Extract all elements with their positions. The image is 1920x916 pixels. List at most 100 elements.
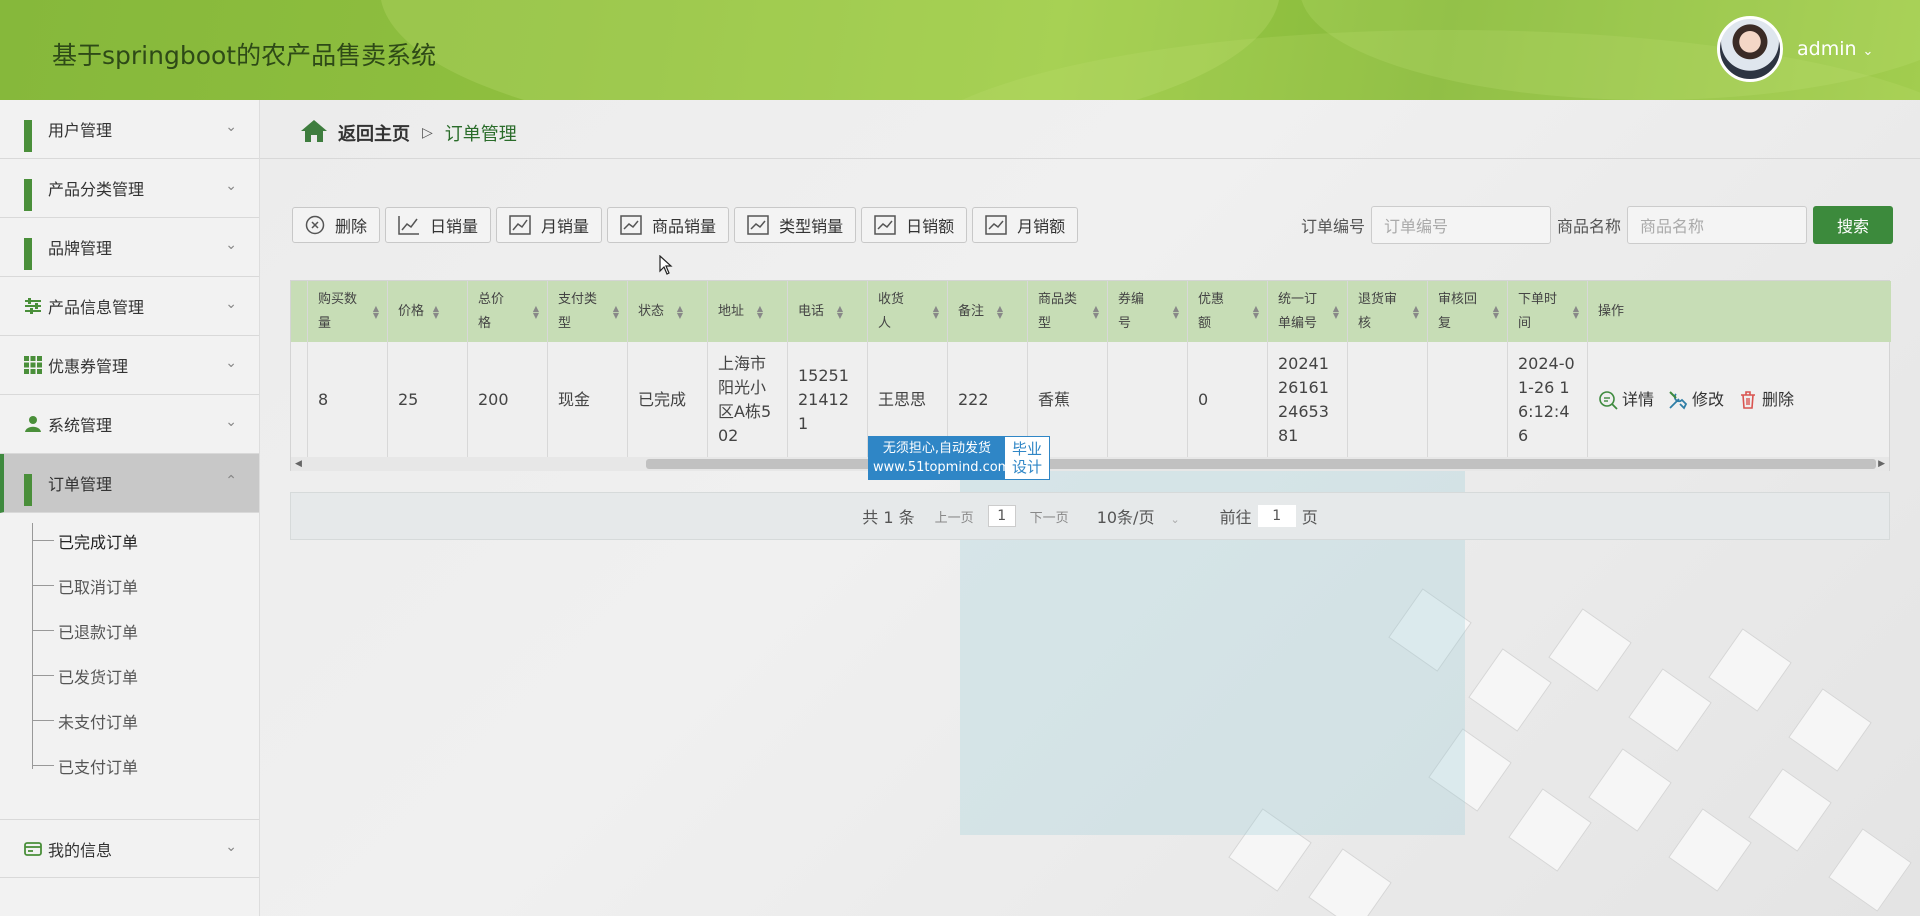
goto-label: 前往 (1219, 508, 1252, 527)
sidebar-item-brands[interactable]: 品牌管理 ⌄ (0, 218, 259, 277)
col-quantity[interactable]: 购买数量 ▲ ▼ (308, 281, 388, 342)
top-header: 基于springboot的农产品售卖系统 admin ⌄ (0, 0, 1920, 100)
delete-button[interactable]: 删除 (292, 207, 381, 243)
breadcrumb-home[interactable]: 返回主页 (338, 120, 410, 146)
search-button[interactable]: 搜索 (1813, 206, 1894, 244)
detail-label: 详情 (1622, 389, 1655, 409)
daily-sales-label: 日销量 (430, 217, 479, 236)
sort-icon: ▲ ▼ (756, 304, 763, 320)
col-phone[interactable]: 电话 ▲ ▼ (788, 281, 868, 342)
col-order-time[interactable]: 下单时间 ▲ ▼ (1508, 281, 1588, 342)
sort-icon: ▲ ▼ (1332, 304, 1339, 320)
user-avatar[interactable] (1717, 16, 1783, 82)
sort-icon: ▲ ▼ (1092, 304, 1099, 320)
watermark-badge: 无须担心,自动发货 www.51topmind.com 毕业设计 (868, 436, 1050, 480)
sidebar-item-label: 订单管理 (48, 475, 113, 494)
grid-icon (24, 179, 42, 211)
submenu-refunded-orders[interactable]: 已退款订单 (0, 608, 259, 653)
next-page-button[interactable]: 下一页 (1030, 507, 1069, 526)
chart-icon (620, 215, 642, 235)
grid9-icon (24, 356, 42, 374)
product-sales-chart-button[interactable]: 商品销量 (607, 207, 730, 243)
monthly-sales-chart-button[interactable]: 月销量 (496, 207, 603, 243)
chevron-down-icon: ⌄ (225, 414, 237, 430)
scrollbar-thumb[interactable] (646, 459, 1876, 469)
sort-icon: ▲ ▼ (676, 304, 683, 320)
col-return-review[interactable]: 退货审核 ▲ ▼ (1348, 281, 1428, 342)
col-review-reply[interactable]: 审核回复 ▲ ▼ (1428, 281, 1508, 342)
sort-icon: ▲ ▼ (836, 304, 843, 320)
submenu-paid-orders[interactable]: 已支付订单 (0, 743, 259, 788)
current-page[interactable]: 1 (987, 505, 1016, 527)
table-header: 购买数量 ▲ ▼ 价格 ▲ ▼ 总价格 ▲ ▼ 支付类型 ▲ ▼ 状态 ▲ ▼ 地址 ▲ ▼ 电话 ▲ ▼ … (291, 281, 1891, 342)
col-coupon-no[interactable]: 券编号 ▲ ▼ (1108, 281, 1188, 342)
sidebar-item-categories[interactable]: 产品分类管理 ⌄ (0, 159, 259, 218)
card-icon (24, 840, 42, 858)
goto-page-input[interactable]: 1 (1257, 505, 1296, 527)
horizontal-scrollbar[interactable]: ◀ ▶ (291, 457, 1889, 471)
sort-icon: ▲ ▼ (932, 304, 939, 320)
submenu-unpaid-orders[interactable]: 未支付订单 (0, 698, 259, 743)
submenu-cancelled-orders[interactable]: 已取消订单 (0, 563, 259, 608)
breadcrumb-separator-icon: ▷ (422, 125, 433, 141)
delete-row-button[interactable]: 删除 (1738, 388, 1794, 412)
delete-label: 删除 (1762, 389, 1795, 409)
cell-return-review (1348, 342, 1428, 457)
chevron-down-icon: ⌄ (1170, 513, 1180, 526)
sidebar-item-my-info[interactable]: 我的信息 ⌄ (0, 819, 259, 878)
daily-revenue-chart-button[interactable]: 日销额 (861, 207, 968, 243)
sidebar-item-users[interactable]: 用户管理 ⌄ (0, 100, 259, 159)
cell-status: 已完成 (628, 342, 708, 457)
chevron-down-icon: ⌄ (225, 296, 237, 312)
home-icon[interactable] (300, 119, 328, 148)
user-name: admin (1797, 38, 1857, 60)
sidebar-item-products[interactable]: 产品信息管理 ⌄ (0, 277, 259, 336)
sort-icon: ▲ ▼ (1492, 304, 1499, 320)
sidebar-item-orders[interactable]: 订单管理 ⌃ (0, 454, 259, 513)
order-submenu: 已完成订单 已取消订单 已退款订单 已发货订单 未支付订单 已支付订单 (0, 513, 259, 819)
prev-page-button[interactable]: 上一页 (935, 507, 974, 526)
sort-icon: ▲ ▼ (1252, 304, 1259, 320)
col-order-no[interactable]: 统一订单编号 ▲ ▼ (1268, 281, 1348, 342)
product-name-label: 商品名称 (1557, 217, 1622, 236)
monthly-sales-label: 月销量 (541, 217, 590, 236)
user-menu[interactable]: admin ⌄ (1797, 38, 1873, 60)
page-suffix: 页 (1301, 508, 1318, 527)
edit-button[interactable]: 修改 (1668, 388, 1724, 412)
cell-address: 上海市阳光小区A栋502 (708, 342, 788, 457)
col-address[interactable]: 地址 ▲ ▼ (708, 281, 788, 342)
monthly-revenue-chart-button[interactable]: 月销额 (972, 207, 1079, 243)
col-status[interactable]: 状态 ▲ ▼ (628, 281, 708, 342)
main-content: 返回主页 ▷ 订单管理 删除 日销量 月销量 商品销量 类型销量 日销额 月销额… (260, 100, 1920, 916)
col-receiver[interactable]: 收货人 ▲ ▼ (868, 281, 948, 342)
sidebar-item-system[interactable]: 系统管理 ⌄ (0, 395, 259, 454)
cell-review-reply (1428, 342, 1508, 457)
type-sales-chart-button[interactable]: 类型销量 (734, 207, 857, 243)
col-price[interactable]: 价格 ▲ ▼ (388, 281, 468, 342)
breadcrumb-current: 订单管理 (444, 124, 517, 145)
monthly-revenue-label: 月销额 (1017, 217, 1066, 236)
daily-sales-chart-button[interactable]: 日销量 (385, 207, 492, 243)
col-payment-type[interactable]: 支付类型 ▲ ▼ (548, 281, 628, 342)
cell-payment-type: 现金 (548, 342, 628, 457)
col-discount[interactable]: 优惠额 ▲ ▼ (1188, 281, 1268, 342)
total-count: 共 1 条 (862, 508, 915, 527)
sidebar-item-coupons[interactable]: 优惠券管理 ⌄ (0, 336, 259, 395)
detail-button[interactable]: 详情 (1598, 388, 1654, 412)
sidebar-item-label: 我的信息 (48, 840, 113, 860)
page-size-select[interactable]: 10条/页 ⌄ (1097, 504, 1180, 528)
order-no-input[interactable]: 订单编号 (1371, 206, 1552, 244)
sort-icon: ▲ ▼ (372, 304, 379, 320)
col-product-type[interactable]: 商品类型 ▲ ▼ (1028, 281, 1108, 342)
col-remark[interactable]: 备注 ▲ ▼ (948, 281, 1028, 342)
col-total[interactable]: 总价格 ▲ ▼ (468, 281, 548, 342)
sidebar-item-label: 优惠券管理 (48, 357, 129, 376)
product-name-input[interactable]: 商品名称 (1627, 206, 1808, 244)
chevron-up-icon: ⌃ (225, 473, 237, 489)
sidebar-item-label: 系统管理 (48, 416, 113, 435)
grid-icon (24, 238, 42, 270)
submenu-completed-orders[interactable]: 已完成订单 (0, 518, 259, 563)
submenu-shipped-orders[interactable]: 已发货订单 (0, 653, 259, 698)
sort-icon: ▲ ▼ (1412, 304, 1419, 320)
chart-icon (509, 215, 531, 235)
